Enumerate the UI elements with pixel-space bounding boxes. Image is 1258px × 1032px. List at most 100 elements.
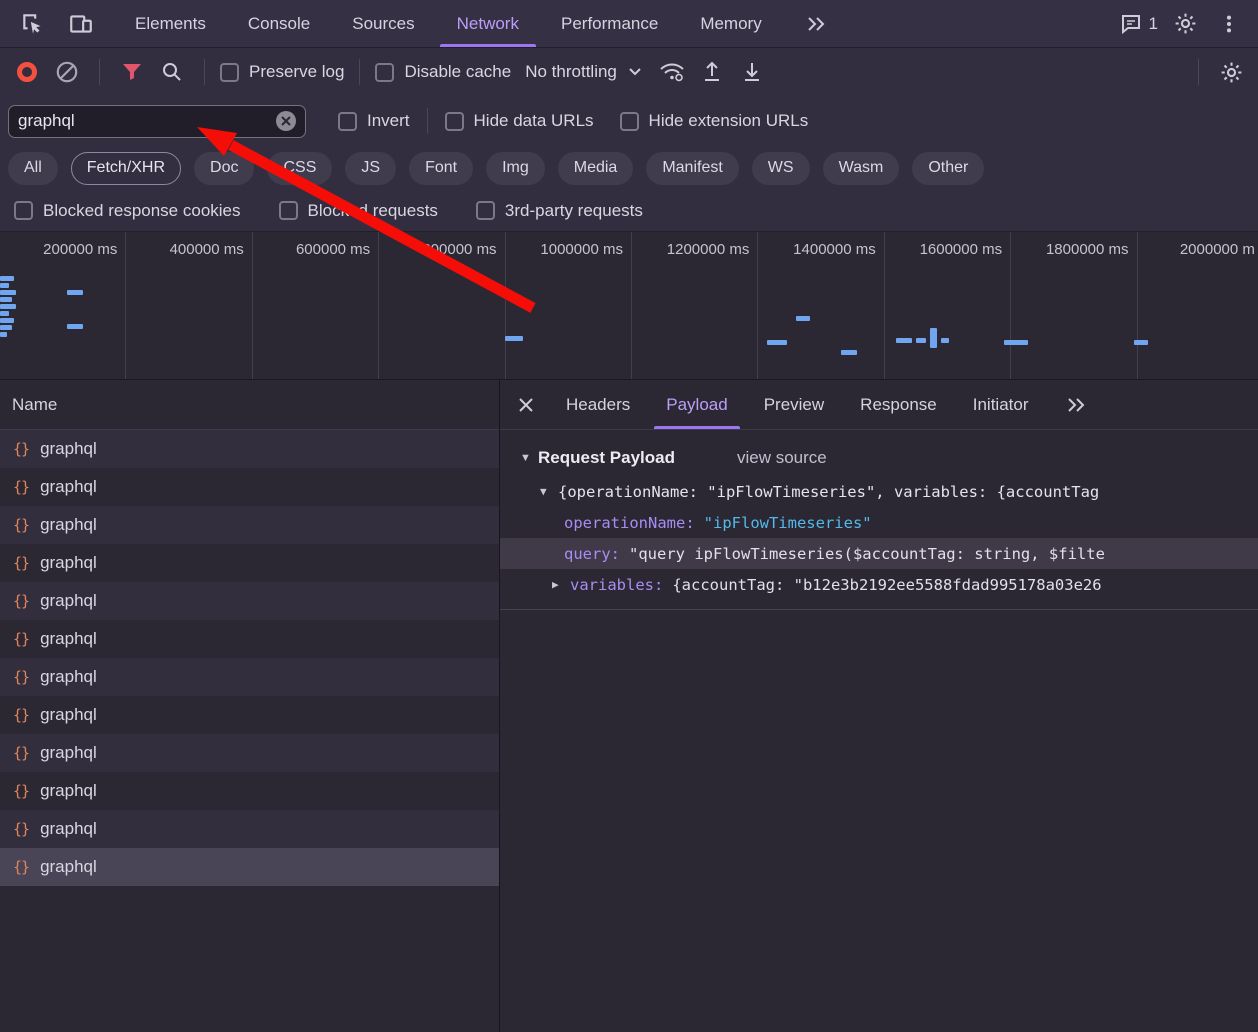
invert-checkbox[interactable]: Invert (338, 111, 410, 131)
timeline-label: 600000 ms (253, 232, 379, 379)
request-row[interactable]: {}graphql (0, 468, 499, 506)
more-tabs-chevron-icon[interactable] (783, 0, 849, 47)
json-icon: {} (13, 630, 29, 648)
close-detail-icon[interactable] (504, 380, 548, 429)
chip-img[interactable]: Img (486, 152, 545, 185)
panel-tabs: Elements Console Sources Network Perform… (114, 0, 849, 47)
search-icon[interactable] (155, 55, 189, 89)
filter-text-input[interactable] (18, 111, 270, 131)
expand-triangle-icon[interactable]: ▶ (552, 578, 570, 591)
tab-performance[interactable]: Performance (540, 0, 679, 47)
chip-media[interactable]: Media (558, 152, 634, 185)
json-icon: {} (13, 478, 29, 496)
network-conditions-icon[interactable] (655, 55, 689, 89)
export-har-icon[interactable] (735, 55, 769, 89)
payload-row-variables[interactable]: ▶ variables: {accountTag: "b12e3b2192ee5… (500, 569, 1258, 600)
disable-cache-checkbox[interactable]: Disable cache (375, 62, 511, 82)
request-row[interactable]: {}graphql (0, 430, 499, 468)
tab-network[interactable]: Network (436, 0, 540, 47)
preserve-log-checkbox[interactable]: Preserve log (220, 62, 344, 82)
timeline-label: 1000000 ms (506, 232, 632, 379)
clear-network-log-button[interactable] (50, 55, 84, 89)
detail-tab-preview[interactable]: Preview (746, 380, 842, 429)
json-icon: {} (13, 554, 29, 572)
payload-root-row[interactable]: ▼ {operationName: "ipFlowTimeseries", va… (500, 476, 1258, 507)
waterfall-bar (841, 350, 857, 355)
chip-ws[interactable]: WS (752, 152, 810, 185)
detail-tab-headers[interactable]: Headers (548, 380, 648, 429)
blocked-requests-checkbox[interactable]: Blocked requests (279, 201, 438, 221)
request-row[interactable]: {}graphql (0, 696, 499, 734)
chip-js[interactable]: JS (345, 152, 396, 185)
chip-all[interactable]: All (8, 152, 58, 185)
hide-extension-urls-checkbox[interactable]: Hide extension URLs (620, 111, 809, 131)
timeline-track[interactable]: 200000 ms 400000 ms 600000 ms 800000 ms … (0, 232, 1258, 380)
network-toolbar: Preserve log Disable cache No throttling (0, 48, 1258, 96)
network-settings-gear-icon[interactable] (1214, 55, 1248, 89)
request-row[interactable]: {}graphql (0, 810, 499, 848)
request-row-selected[interactable]: {}graphql (0, 848, 499, 886)
json-icon: {} (13, 782, 29, 800)
json-icon: {} (13, 706, 29, 724)
payload-row-query[interactable]: query: "query ipFlowTimeseries($accountT… (500, 538, 1258, 569)
name-column-header[interactable]: Name (0, 380, 499, 430)
request-row[interactable]: {}graphql (0, 506, 499, 544)
chip-manifest[interactable]: Manifest (646, 152, 738, 185)
json-icon: {} (13, 592, 29, 610)
hide-data-urls-checkbox[interactable]: Hide data URLs (445, 111, 594, 131)
request-row[interactable]: {}graphql (0, 582, 499, 620)
view-source-link[interactable]: view source (737, 448, 827, 468)
request-row[interactable]: {}graphql (0, 544, 499, 582)
payload-row-operation-name[interactable]: operationName: "ipFlowTimeseries" (500, 507, 1258, 538)
timeline-label: 200000 ms (0, 232, 126, 379)
message-bubble-icon (1119, 12, 1143, 36)
filter-funnel-icon[interactable] (115, 55, 149, 89)
checkbox-box (620, 112, 639, 131)
tab-memory[interactable]: Memory (679, 0, 782, 47)
request-row[interactable]: {}graphql (0, 772, 499, 810)
request-row[interactable]: {}graphql (0, 620, 499, 658)
network-filter-field[interactable] (8, 105, 306, 138)
request-row[interactable]: {}graphql (0, 734, 499, 772)
inspect-element-icon[interactable] (16, 7, 50, 41)
third-party-requests-checkbox[interactable]: 3rd-party requests (476, 201, 643, 221)
detail-tab-initiator[interactable]: Initiator (955, 380, 1047, 429)
collapse-triangle-icon[interactable]: ▼ (540, 485, 558, 498)
json-icon: {} (13, 440, 29, 458)
timeline-label: 800000 ms (379, 232, 505, 379)
request-row[interactable]: {}graphql (0, 658, 499, 696)
waterfall-bar (767, 340, 787, 345)
request-detail-panel: Headers Payload Preview Response Initiat… (500, 380, 1258, 1032)
tab-sources[interactable]: Sources (331, 0, 435, 47)
devtools-tab-bar: Elements Console Sources Network Perform… (0, 0, 1258, 48)
chip-css[interactable]: CSS (267, 152, 332, 185)
chip-wasm[interactable]: Wasm (823, 152, 900, 185)
detail-tab-payload[interactable]: Payload (648, 380, 745, 429)
tab-console[interactable]: Console (227, 0, 331, 47)
checkbox-box (338, 112, 357, 131)
extra-filter-row: Blocked response cookies Blocked request… (0, 190, 1258, 232)
detail-tab-response[interactable]: Response (842, 380, 955, 429)
import-har-icon[interactable] (695, 55, 729, 89)
tab-elements[interactable]: Elements (114, 0, 227, 47)
request-list: {}graphql {}graphql {}graphql {}graphql … (0, 430, 499, 1032)
blocked-response-cookies-checkbox[interactable]: Blocked response cookies (14, 201, 241, 221)
collapse-triangle-icon[interactable]: ▼ (520, 452, 538, 464)
chip-doc[interactable]: Doc (194, 152, 254, 185)
checkbox-box (375, 63, 394, 82)
more-detail-tabs-chevron-icon[interactable] (1046, 380, 1106, 429)
console-messages-button[interactable]: 1 (1119, 12, 1158, 36)
settings-gear-icon[interactable] (1168, 7, 1202, 41)
waterfall-bar (0, 318, 14, 323)
kebab-menu-icon[interactable] (1212, 7, 1246, 41)
waterfall-bar (505, 336, 523, 341)
chip-font[interactable]: Font (409, 152, 473, 185)
device-toolbar-icon[interactable] (64, 7, 98, 41)
throttling-dropdown[interactable]: No throttling (525, 62, 641, 82)
chip-fetch-xhr[interactable]: Fetch/XHR (71, 152, 181, 185)
record-network-log-button[interactable] (10, 55, 44, 89)
chip-other[interactable]: Other (912, 152, 984, 185)
chevron-down-icon (629, 68, 641, 76)
waterfall-bar (0, 304, 16, 309)
clear-filter-icon[interactable] (276, 111, 296, 131)
